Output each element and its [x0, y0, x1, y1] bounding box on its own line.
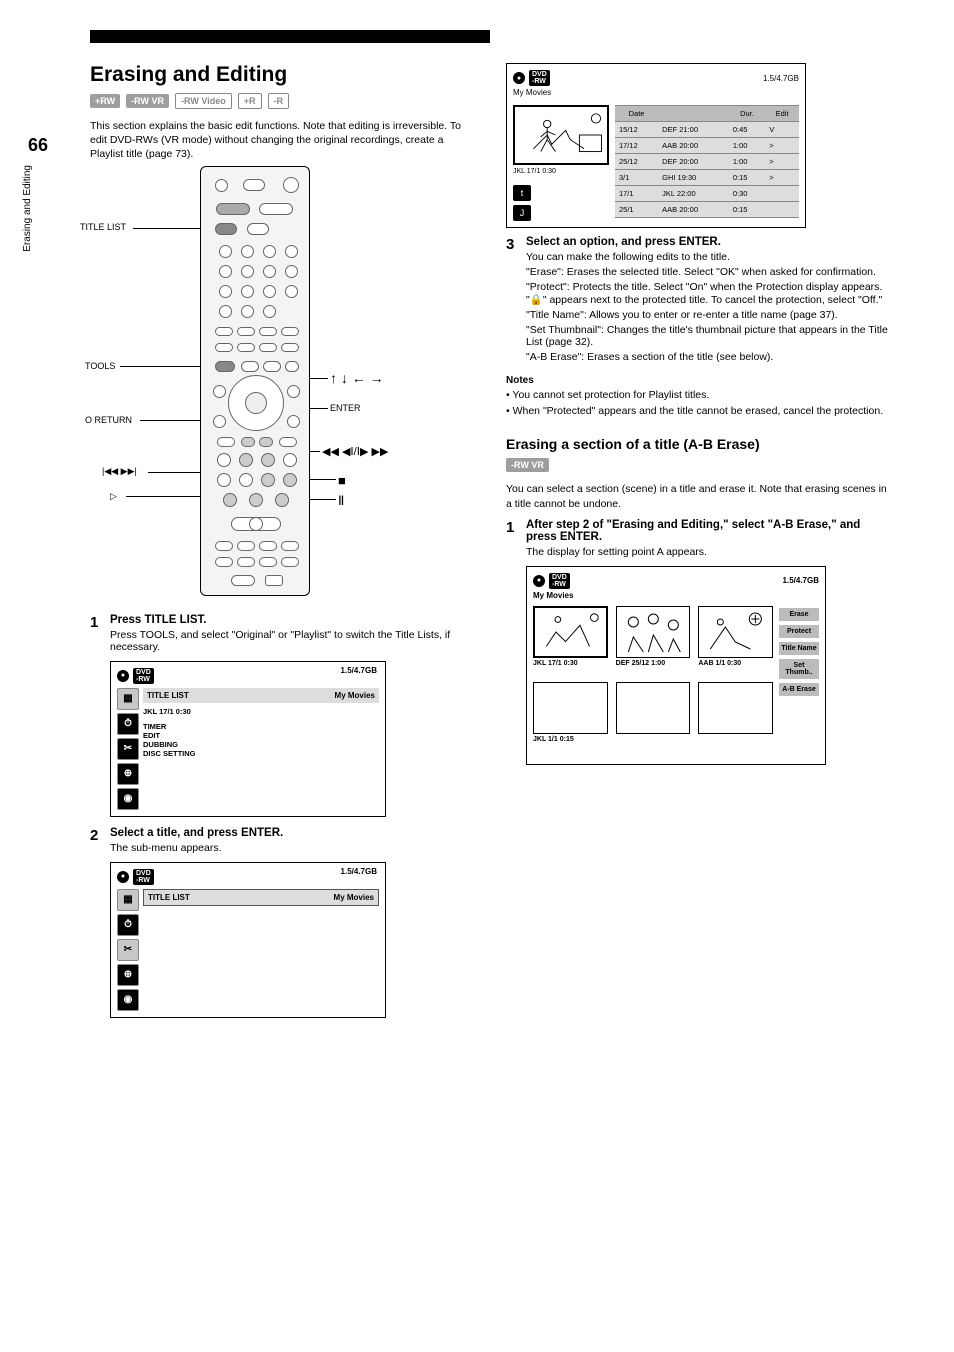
subsection-heading: Erasing a section of a title (A-B Erase) [506, 436, 894, 452]
osd-row: EDIT [143, 731, 379, 740]
list-title: My Movies [533, 591, 819, 600]
label-return: O RETURN [85, 415, 132, 425]
capacity-label: 1.5/4.7GB [783, 576, 819, 585]
page-number: 66 [28, 135, 48, 156]
label-arrows: ↑ ↓ ← → [330, 370, 384, 386]
disc-icon: ● [533, 575, 545, 587]
step-3: Select an option, and press ENTER. You c… [506, 236, 894, 363]
main-steps: Press TITLE LIST. Press TOOLS, and selec… [90, 614, 478, 1018]
note-item: • When "Protected" appears and the title… [506, 404, 894, 418]
right-column: ● DVD-RW 1.5/4.7GB My Movies JKL 17/1 0:… [506, 63, 894, 1028]
grid-thumb [616, 682, 691, 734]
grid-caption: AAB 1/1 0:30 [698, 660, 773, 674]
disc-type-row: +RW -RW VR -RW Video +R -R [90, 93, 478, 109]
dvdrw-badge: DVD-RW [549, 573, 570, 589]
section-paragraph: You can select a section (scene) in a ti… [506, 482, 894, 510]
osd-icon: ⏱ [117, 713, 139, 735]
list-scroll-down: J [513, 205, 531, 221]
grid-caption: JKL 1/1 0:15 [533, 736, 608, 750]
label-scan: ◀◀ ◀Ⅰ/Ⅰ▶ ▶▶ [322, 445, 388, 458]
page-title: Erasing and Editing [90, 63, 478, 87]
note-item: • You cannot set protection for Playlist… [506, 388, 894, 402]
disc-badge: -R [268, 93, 290, 109]
osd-row-label: TITLE LIST [148, 893, 190, 902]
grid-thumb [533, 606, 608, 658]
osd-icon: ▦ [117, 889, 139, 911]
list-title: My Movies [513, 88, 799, 97]
disc-badge: +RW [90, 94, 120, 108]
disc-badge: -RW Video [175, 93, 232, 109]
osd-icon: ⊕ [117, 964, 139, 986]
section-tab: Erasing and Editing [22, 165, 33, 252]
intro-paragraph: This section explains the basic edit fun… [90, 119, 478, 162]
osd-icon: ◉ [117, 788, 139, 810]
grid-caption: DEF 25/12 1:00 [616, 660, 691, 674]
disc-icon: ● [117, 871, 129, 883]
label-prev-next: |◀◀ ▶▶| [102, 466, 137, 477]
titlelist-screen: ● DVD-RW 1.5/4.7GB My Movies JKL 17/1 0:… [506, 63, 806, 228]
thumbnail-preview [513, 105, 609, 165]
titlelist-grid-screen: ● DVD-RW 1.5/4.7GB My Movies [526, 566, 826, 765]
notes-heading: Notes [506, 375, 894, 386]
osd-menu-1: ● DVD-RW 1.5/4.7GB ▦ ⏱ ✂ ⊕ ◉ [110, 661, 386, 817]
osd-right-label: My Movies [334, 893, 374, 902]
grid-thumb [698, 606, 773, 658]
osd-row: DISC SETTING [143, 749, 379, 758]
step-2: Select a title, and press ENTER. The sub… [90, 827, 478, 1018]
label-tools: TOOLS [85, 361, 115, 371]
osd-menu-2: ● DVD-RW 1.5/4.7GB ▦ ⏱ ✂ ⊕ ◉ [110, 862, 386, 1018]
osd-meta: 1.5/4.7GB [341, 666, 377, 675]
list-scroll-up: t [513, 185, 531, 201]
grid-thumb [616, 606, 691, 658]
osd-icon: ▦ [117, 688, 139, 710]
disc-icon: ● [117, 670, 129, 682]
ab-step-1: After step 2 of "Erasing and Editing," s… [506, 519, 894, 765]
osd-icon: ✂ [117, 738, 139, 760]
dvdrw-badge: DVD-RW [133, 869, 154, 885]
osd-row-label: TITLE LIST [147, 691, 189, 700]
step-1: Press TITLE LIST. Press TOOLS, and selec… [90, 614, 478, 817]
dvdrw-badge: DVD-RW [529, 70, 550, 86]
grid-thumb [533, 682, 608, 734]
osd-meta: 1.5/4.7GB [341, 867, 377, 876]
left-column: Erasing and Editing +RW -RW VR -RW Video… [90, 63, 478, 1028]
osd-row: DUBBING [143, 740, 379, 749]
title-table: DateDur.Edit 15/12DEF 21:000:45V 17/12AA… [615, 105, 799, 221]
label-stop: ■ [338, 473, 346, 488]
capacity-label: 1.5/4.7GB [763, 74, 799, 83]
submenu-list: Erase Protect Title Name Set Thumb.. A-B… [779, 608, 819, 758]
grid-caption: JKL 17/1 0:30 [533, 660, 608, 674]
grid-thumb [698, 682, 773, 734]
disc-badge: +R [238, 93, 262, 109]
osd-small-text: JKL 17/1 0:30 [143, 707, 379, 716]
label-play: ▷ [110, 491, 117, 502]
dvdrw-badge: DVD-RW [133, 668, 154, 684]
remote-body [200, 166, 310, 596]
header-bar [90, 30, 490, 43]
osd-row: TIMER [143, 722, 379, 731]
osd-right-label: My Movies [335, 691, 375, 700]
label-enter: ENTER [330, 403, 361, 413]
osd-icon: ✂ [117, 939, 139, 961]
osd-icon: ⏱ [117, 914, 139, 936]
disc-badge: -RW VR [126, 94, 169, 108]
osd-icon: ◉ [117, 989, 139, 1011]
osd-icon: ⊕ [117, 763, 139, 785]
disc-icon: ● [513, 72, 525, 84]
label-pause: Ⅱ [338, 493, 344, 509]
remote-illustration: TOOLS O RETURN |◀◀ ▶▶| ▷ TITLE LIST ↑ ↓ … [90, 166, 478, 606]
thumb-caption: JKL 17/1 0:30 [513, 168, 609, 175]
disc-badge: -RW VR [506, 458, 549, 472]
label-title-list: TITLE LIST [80, 222, 126, 232]
